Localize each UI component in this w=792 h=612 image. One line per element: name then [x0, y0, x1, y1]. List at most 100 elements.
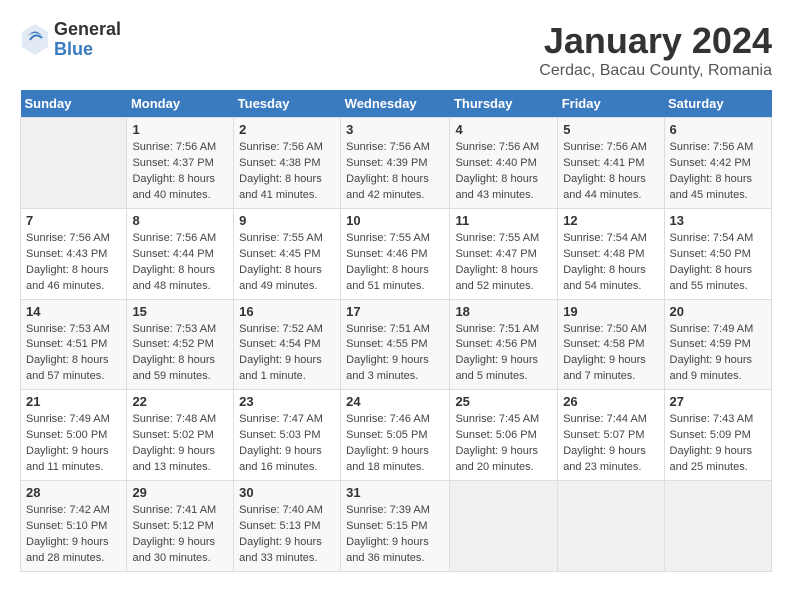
calendar-cell: 2 Sunrise: 7:56 AMSunset: 4:38 PMDaylight… — [234, 118, 341, 209]
day-number: 27 — [670, 394, 766, 409]
day-info: Sunrise: 7:45 AMSunset: 5:06 PMDaylight:… — [455, 412, 552, 476]
calendar-cell: 21 Sunrise: 7:49 AMSunset: 5:00 PMDayligh… — [21, 390, 127, 481]
calendar-cell: 11Sunrise: 7:55 AMSunset: 4:47 PMDayligh… — [450, 208, 558, 299]
day-number: 13 — [670, 213, 766, 228]
calendar-cell: 10 Sunrise: 7:55 AMSunset: 4:46 PMDayligh… — [341, 208, 450, 299]
calendar-cell: 5 Sunrise: 7:56 AMSunset: 4:41 PMDaylight… — [558, 118, 664, 209]
day-info: Sunrise: 7:51 AMSunset: 4:55 PMDaylight:… — [346, 322, 444, 386]
calendar-cell: 31Sunrise: 7:39 AMSunset: 5:15 PMDayligh… — [341, 481, 450, 572]
day-number: 29 — [132, 485, 228, 500]
day-info: Sunrise: 7:55 AMSunset: 4:47 PMDaylight:… — [455, 231, 552, 295]
calendar-cell: 1 Sunrise: 7:56 AMSunset: 4:37 PMDaylight… — [127, 118, 234, 209]
calendar-header: SundayMondayTuesdayWednesdayThursdayFrid… — [21, 90, 772, 118]
day-info: Sunrise: 7:51 AMSunset: 4:56 PMDaylight:… — [455, 322, 552, 386]
week-row-1: 1 Sunrise: 7:56 AMSunset: 4:37 PMDaylight… — [21, 118, 772, 209]
day-info: Sunrise: 7:42 AMSunset: 5:10 PMDaylight:… — [26, 503, 121, 567]
logo-blue-text: Blue — [54, 40, 121, 60]
calendar-cell: 20 Sunrise: 7:49 AMSunset: 4:59 PMDayligh… — [664, 299, 771, 390]
day-info: Sunrise: 7:55 AMSunset: 4:46 PMDaylight:… — [346, 231, 444, 295]
calendar-cell: 17 Sunrise: 7:51 AMSunset: 4:55 PMDayligh… — [341, 299, 450, 390]
day-number: 28 — [26, 485, 121, 500]
day-info: Sunrise: 7:39 AMSunset: 5:15 PMDaylight:… — [346, 503, 444, 567]
day-info: Sunrise: 7:53 AMSunset: 4:51 PMDaylight:… — [26, 322, 121, 386]
day-number: 25 — [455, 394, 552, 409]
day-number: 6 — [670, 122, 766, 137]
day-info: Sunrise: 7:56 AMSunset: 4:41 PMDaylight:… — [563, 140, 658, 204]
calendar-cell: 18 Sunrise: 7:51 AMSunset: 4:56 PMDayligh… — [450, 299, 558, 390]
day-number: 8 — [132, 213, 228, 228]
calendar-cell: 7Sunrise: 7:56 AMSunset: 4:43 PMDaylight… — [21, 208, 127, 299]
title-block: January 2024 Cerdac, Bacau County, Roman… — [539, 20, 772, 80]
header-saturday: Saturday — [664, 90, 771, 118]
day-number: 17 — [346, 304, 444, 319]
calendar-cell: 27 Sunrise: 7:43 AMSunset: 5:09 PMDayligh… — [664, 390, 771, 481]
calendar-cell — [21, 118, 127, 209]
calendar-body: 1 Sunrise: 7:56 AMSunset: 4:37 PMDaylight… — [21, 118, 772, 572]
calendar-cell: 16 Sunrise: 7:52 AMSunset: 4:54 PMDayligh… — [234, 299, 341, 390]
calendar-cell: 14 Sunrise: 7:53 AMSunset: 4:51 PMDayligh… — [21, 299, 127, 390]
calendar-cell: 13Sunrise: 7:54 AMSunset: 4:50 PMDayligh… — [664, 208, 771, 299]
logo-text: General Blue — [54, 20, 121, 60]
day-number: 19 — [563, 304, 658, 319]
calendar-cell — [450, 481, 558, 572]
header-thursday: Thursday — [450, 90, 558, 118]
day-number: 20 — [670, 304, 766, 319]
day-number: 5 — [563, 122, 658, 137]
day-number: 16 — [239, 304, 335, 319]
day-info: Sunrise: 7:55 AMSunset: 4:45 PMDaylight:… — [239, 231, 335, 295]
day-number: 1 — [132, 122, 228, 137]
logo-icon — [20, 22, 50, 57]
day-number: 10 — [346, 213, 444, 228]
calendar-subtitle: Cerdac, Bacau County, Romania — [539, 62, 772, 80]
day-number: 7 — [26, 213, 121, 228]
calendar-table: SundayMondayTuesdayWednesdayThursdayFrid… — [20, 90, 772, 572]
calendar-cell: 3 Sunrise: 7:56 AMSunset: 4:39 PMDaylight… — [341, 118, 450, 209]
day-number: 18 — [455, 304, 552, 319]
week-row-4: 21 Sunrise: 7:49 AMSunset: 5:00 PMDayligh… — [21, 390, 772, 481]
calendar-cell: 19 Sunrise: 7:50 AMSunset: 4:58 PMDayligh… — [558, 299, 664, 390]
day-info: Sunrise: 7:41 AMSunset: 5:12 PMDaylight:… — [132, 503, 228, 567]
calendar-cell: 8Sunrise: 7:56 AMSunset: 4:44 PMDaylight… — [127, 208, 234, 299]
calendar-cell: 28 Sunrise: 7:42 AMSunset: 5:10 PMDayligh… — [21, 481, 127, 572]
calendar-cell: 24Sunrise: 7:46 AMSunset: 5:05 PMDayligh… — [341, 390, 450, 481]
day-number: 3 — [346, 122, 444, 137]
day-info: Sunrise: 7:56 AMSunset: 4:42 PMDaylight:… — [670, 140, 766, 204]
week-row-3: 14 Sunrise: 7:53 AMSunset: 4:51 PMDayligh… — [21, 299, 772, 390]
calendar-cell: 12Sunrise: 7:54 AMSunset: 4:48 PMDayligh… — [558, 208, 664, 299]
day-number: 24 — [346, 394, 444, 409]
calendar-cell: 30Sunrise: 7:40 AMSunset: 5:13 PMDayligh… — [234, 481, 341, 572]
day-number: 21 — [26, 394, 121, 409]
logo: General Blue — [20, 20, 121, 60]
header-wednesday: Wednesday — [341, 90, 450, 118]
day-info: Sunrise: 7:49 AMSunset: 5:00 PMDaylight:… — [26, 412, 121, 476]
day-number: 2 — [239, 122, 335, 137]
calendar-cell: 29 Sunrise: 7:41 AMSunset: 5:12 PMDayligh… — [127, 481, 234, 572]
logo-general-text: General — [54, 20, 121, 40]
day-number: 15 — [132, 304, 228, 319]
page-header: General Blue January 2024 Cerdac, Bacau … — [20, 20, 772, 80]
header-row: SundayMondayTuesdayWednesdayThursdayFrid… — [21, 90, 772, 118]
day-number: 22 — [132, 394, 228, 409]
calendar-cell: 22Sunrise: 7:48 AMSunset: 5:02 PMDayligh… — [127, 390, 234, 481]
day-number: 26 — [563, 394, 658, 409]
day-info: Sunrise: 7:56 AMSunset: 4:39 PMDaylight:… — [346, 140, 444, 204]
day-info: Sunrise: 7:56 AMSunset: 4:37 PMDaylight:… — [132, 140, 228, 204]
day-info: Sunrise: 7:56 AMSunset: 4:38 PMDaylight:… — [239, 140, 335, 204]
day-info: Sunrise: 7:49 AMSunset: 4:59 PMDaylight:… — [670, 322, 766, 386]
day-number: 9 — [239, 213, 335, 228]
day-info: Sunrise: 7:52 AMSunset: 4:54 PMDaylight:… — [239, 322, 335, 386]
calendar-cell — [558, 481, 664, 572]
calendar-cell: 4Sunrise: 7:56 AMSunset: 4:40 PMDaylight… — [450, 118, 558, 209]
calendar-cell: 6 Sunrise: 7:56 AMSunset: 4:42 PMDaylight… — [664, 118, 771, 209]
calendar-title: January 2024 — [539, 20, 772, 62]
day-number: 14 — [26, 304, 121, 319]
day-info: Sunrise: 7:50 AMSunset: 4:58 PMDaylight:… — [563, 322, 658, 386]
day-info: Sunrise: 7:44 AMSunset: 5:07 PMDaylight:… — [563, 412, 658, 476]
day-info: Sunrise: 7:43 AMSunset: 5:09 PMDaylight:… — [670, 412, 766, 476]
header-friday: Friday — [558, 90, 664, 118]
header-tuesday: Tuesday — [234, 90, 341, 118]
day-info: Sunrise: 7:53 AMSunset: 4:52 PMDaylight:… — [132, 322, 228, 386]
week-row-5: 28 Sunrise: 7:42 AMSunset: 5:10 PMDayligh… — [21, 481, 772, 572]
calendar-cell: 9 Sunrise: 7:55 AMSunset: 4:45 PMDaylight… — [234, 208, 341, 299]
day-number: 23 — [239, 394, 335, 409]
